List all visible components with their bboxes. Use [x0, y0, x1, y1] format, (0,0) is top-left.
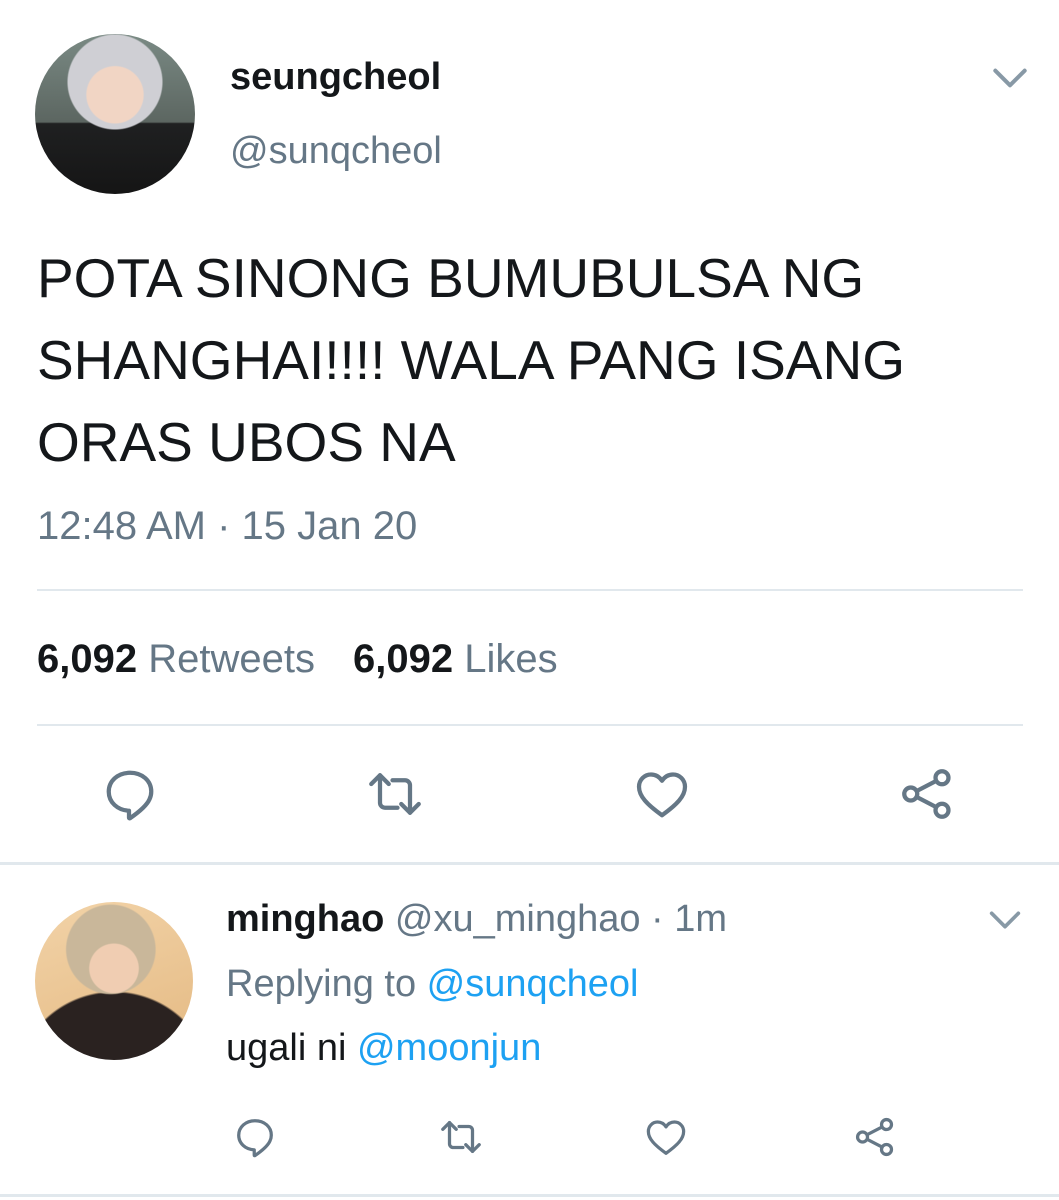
reply-author-meta: @xu_minghao · 1m — [394, 898, 728, 940]
author-display-name[interactable]: seungcheol — [230, 56, 441, 99]
reply-icon[interactable] — [100, 764, 160, 824]
reply-text: ugali ni @moonjun — [226, 1027, 541, 1070]
tweet-text: POTA SINONG BUMUBULSA NG SHANGHAI!!!! WA… — [37, 247, 905, 473]
divider — [37, 724, 1023, 726]
likes-stat[interactable]: 6,092 Likes — [353, 637, 558, 681]
divider — [37, 589, 1023, 591]
share-icon[interactable] — [897, 764, 957, 824]
tweet-timestamp[interactable]: 12:48 AM · 15 Jan 20 — [37, 504, 417, 549]
like-icon[interactable] — [643, 1114, 689, 1160]
retweet-icon[interactable] — [365, 764, 425, 824]
author-avatar[interactable] — [35, 34, 195, 194]
reply-text-prefix: ugali ni — [226, 1027, 357, 1069]
likes-count: 6,092 — [352, 637, 454, 681]
divider — [0, 1194, 1059, 1197]
retweet-icon[interactable] — [438, 1114, 484, 1160]
chevron-down-icon[interactable] — [985, 900, 1025, 940]
replying-to-link[interactable]: @sunqcheol — [427, 963, 639, 1005]
retweets-stat[interactable]: 6,092 Retweets — [37, 637, 315, 681]
reply-author-avatar[interactable] — [35, 902, 193, 1060]
reply-header: minghao @xu_minghao · 1m — [226, 898, 727, 941]
chevron-down-icon[interactable] — [988, 56, 1032, 100]
reply-author-name[interactable]: minghao — [226, 898, 384, 940]
retweets-count: 6,092 — [37, 637, 138, 681]
tweet-stats: 6,092 Retweets 6,092 Likes — [37, 637, 558, 682]
likes-label: Likes — [464, 637, 558, 681]
retweets-label: Retweets — [148, 637, 315, 681]
replying-to: Replying to @sunqcheol — [226, 963, 639, 1006]
divider — [0, 862, 1059, 865]
reply-icon[interactable] — [232, 1114, 278, 1160]
author-handle[interactable]: @sunqcheol — [230, 130, 442, 173]
share-icon[interactable] — [852, 1114, 898, 1160]
replying-prefix: Replying to — [226, 963, 427, 1005]
like-icon[interactable] — [632, 764, 692, 824]
mention-link[interactable]: @moonjun — [357, 1027, 541, 1069]
